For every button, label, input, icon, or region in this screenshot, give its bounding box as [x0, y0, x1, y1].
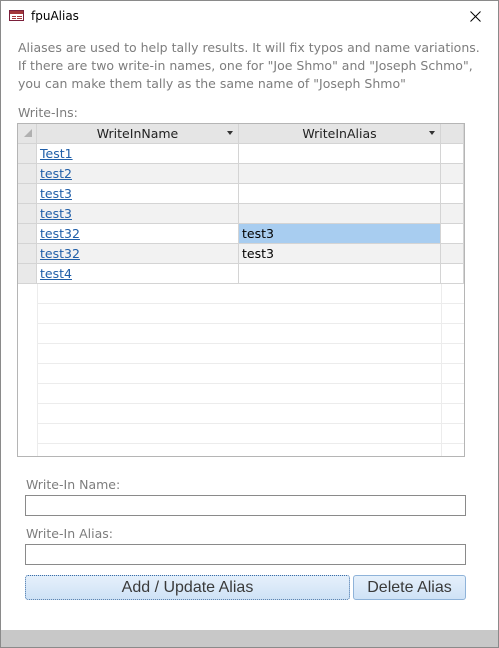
writeinname-cell[interactable]: test2: [37, 164, 239, 184]
empty-row: [37, 364, 464, 384]
filler-cell: [441, 264, 464, 284]
empty-row: [37, 444, 464, 456]
form-body: Aliases are used to help tally results. …: [1, 32, 498, 630]
close-button[interactable]: [452, 1, 498, 32]
writeinalias-cell[interactable]: [239, 264, 441, 284]
column-header-writeinname[interactable]: WriteInName: [37, 124, 239, 144]
description-text: Aliases are used to help tally results. …: [18, 39, 488, 93]
writeinname-link[interactable]: test32: [40, 226, 80, 241]
table-row[interactable]: test32 test3: [18, 244, 464, 264]
writeinname-cell[interactable]: Test1: [37, 144, 239, 164]
writeinname-link[interactable]: test3: [40, 186, 72, 201]
delete-alias-button[interactable]: Delete Alias: [353, 575, 466, 600]
filler-cell: [441, 204, 464, 224]
form-icon: [9, 10, 24, 21]
column-header-label: WriteInName: [96, 126, 179, 141]
writeinname-link[interactable]: test3: [40, 206, 72, 221]
empty-row: [37, 324, 464, 344]
write-ins-datasheet[interactable]: WriteInName WriteInAlias Test1 test2 test3…: [17, 123, 465, 457]
filler-cell: [441, 144, 464, 164]
filler-cell: [441, 184, 464, 204]
description-line: Aliases are used to help tally results. …: [18, 40, 480, 55]
table-row[interactable]: test3: [18, 184, 464, 204]
record-selector[interactable]: [18, 184, 37, 204]
writeinname-cell[interactable]: test32: [37, 224, 239, 244]
filler-cell: [441, 244, 464, 264]
write-ins-label: Write-Ins:: [18, 105, 78, 120]
write-in-alias-label: Write-In Alias:: [26, 526, 113, 541]
empty-row: [37, 284, 464, 304]
record-selector[interactable]: [18, 204, 37, 224]
table-row[interactable]: test4: [18, 264, 464, 284]
record-selector[interactable]: [18, 164, 37, 184]
close-icon: [469, 11, 481, 22]
writeinalias-cell[interactable]: test3: [239, 244, 441, 264]
dropdown-arrow-icon[interactable]: [429, 131, 435, 135]
window-title: fpuAlias: [31, 9, 79, 23]
column-header-filler: [441, 124, 464, 144]
writeinalias-cell[interactable]: [239, 144, 441, 164]
select-all-corner[interactable]: [18, 124, 37, 144]
record-selector[interactable]: [18, 224, 37, 244]
title-bar: fpuAlias: [1, 1, 498, 32]
column-header-label: WriteInAlias: [302, 126, 377, 141]
empty-row: [37, 404, 464, 424]
table-row[interactable]: test32 test3: [18, 224, 464, 244]
column-divider: [37, 284, 38, 456]
writeinalias-cell[interactable]: [239, 204, 441, 224]
write-in-alias-field[interactable]: [25, 544, 466, 565]
record-selector[interactable]: [18, 144, 37, 164]
empty-row: [37, 384, 464, 404]
filler-cell: [441, 224, 464, 244]
writeinalias-cell[interactable]: test3: [239, 224, 441, 244]
writeinalias-cell[interactable]: [239, 164, 441, 184]
column-divider: [441, 284, 442, 456]
writeinname-cell[interactable]: test3: [37, 204, 239, 224]
table-row[interactable]: test2: [18, 164, 464, 184]
filler-cell: [441, 164, 464, 184]
dropdown-arrow-icon[interactable]: [227, 131, 233, 135]
writeinalias-cell[interactable]: [239, 184, 441, 204]
header-row: WriteInName WriteInAlias: [18, 124, 464, 144]
description-line: If there are two write-in names, one for…: [18, 58, 473, 73]
table-row[interactable]: test3: [18, 204, 464, 224]
description-line: you can make them tally as the same name…: [18, 76, 406, 91]
empty-row: [37, 304, 464, 324]
writeinname-cell[interactable]: test4: [37, 264, 239, 284]
dialog-window: fpuAlias Aliases are used to help tally …: [0, 0, 499, 648]
empty-row: [37, 424, 464, 444]
writeinname-link[interactable]: test2: [40, 166, 72, 181]
table-row[interactable]: Test1: [18, 144, 464, 164]
writeinname-link[interactable]: Test1: [40, 146, 73, 161]
writeinname-link[interactable]: test4: [40, 266, 72, 281]
writeinname-cell[interactable]: test3: [37, 184, 239, 204]
write-in-name-label: Write-In Name:: [26, 477, 121, 492]
write-in-name-field[interactable]: [25, 495, 466, 516]
corner-triangle-icon: [24, 129, 32, 137]
writeinname-cell[interactable]: test32: [37, 244, 239, 264]
column-header-writeinalias[interactable]: WriteInAlias: [239, 124, 441, 144]
record-selector[interactable]: [18, 264, 37, 284]
status-footer: [1, 630, 498, 647]
add-update-alias-button[interactable]: Add / Update Alias: [25, 575, 350, 600]
record-selector[interactable]: [18, 244, 37, 264]
empty-row: [37, 344, 464, 364]
writeinname-link[interactable]: test32: [40, 246, 80, 261]
